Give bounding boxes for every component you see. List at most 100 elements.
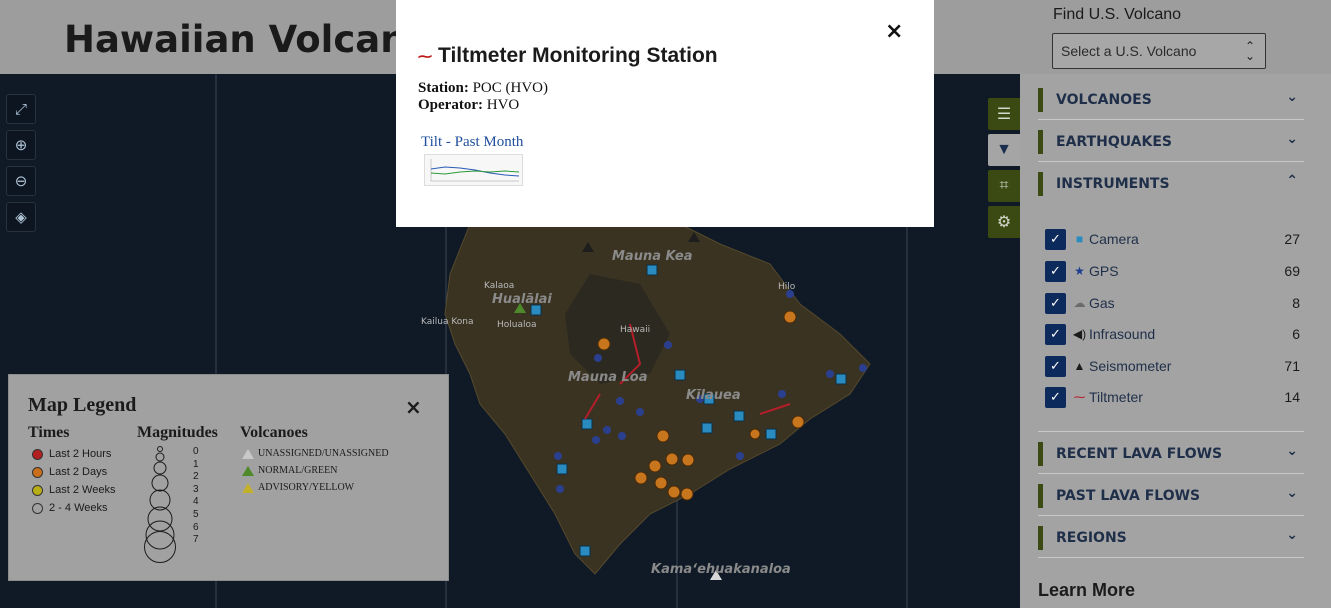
popup-title: ⁓ Tiltmeter Monitoring Station [418, 44, 718, 67]
settings-icon: ⚙ [996, 214, 1012, 231]
filter-button[interactable]: ▼ [988, 134, 1020, 166]
section-past-lava-flows[interactable]: PAST LAVA FLOWS ⌄ [1038, 484, 1304, 508]
legend-magnitudes-heading: Magnitudes [137, 424, 218, 441]
filter-icon: ▼ [996, 141, 1012, 158]
map-tools: ⤢ ⊕ ⊖ ◈ [6, 94, 36, 238]
legend-title: Map Legend [28, 394, 137, 416]
crop-button[interactable]: ⌗ [988, 170, 1020, 202]
station-value: POC (HVO) [472, 80, 549, 96]
section-earthquakes[interactable]: EARTHQUAKES ⌄ [1038, 130, 1304, 154]
section-regions[interactable]: REGIONS ⌄ [1038, 526, 1304, 550]
layers-panel: VOLCANOES ⌄ EARTHQUAKES ⌄ INSTRUMENTS ⌃ ✓ ■ C… [1020, 74, 1331, 608]
volcano-select[interactable]: Select a U.S. Volcano ⌃ ⌄ [1052, 33, 1266, 69]
map-label-hualalai: Hualālai [492, 292, 552, 307]
zoom-out-icon: ⊖ [14, 173, 28, 190]
divider [1038, 119, 1304, 120]
select-arrows-icon: ⌃ ⌄ [1244, 39, 1255, 63]
fullscreen-button[interactable]: ⤢ [6, 94, 36, 124]
infrasound-speaker-icon: ◀) [1072, 327, 1087, 341]
tiltmeter-icon: ⁓ [1073, 390, 1086, 404]
popup-info: Station: POC (HVO) Operator: HVO [418, 80, 549, 113]
instrument-gps[interactable]: ✓ ★ GPS 69 [1045, 260, 1300, 282]
section-recent-lava-flows[interactable]: RECENT LAVA FLOWS ⌄ [1038, 442, 1304, 466]
legend-volcano-row: UNASSIGNED/UNASSIGNED [240, 445, 389, 462]
volcano-yellow-icon [242, 482, 254, 493]
map-label-kamaehuakanaloa: Kamaʻehuakanaloa [651, 562, 791, 577]
seismometer-triangle-icon: ▲ [1073, 359, 1086, 373]
checkbox-checked[interactable]: ✓ [1045, 323, 1066, 345]
legend-time-row: 2 - 4 Weeks [28, 499, 115, 517]
section-volcanoes[interactable]: VOLCANOES ⌄ [1038, 88, 1304, 112]
chevron-up-icon: ⌃ [1286, 173, 1298, 189]
map-label-kalaoa: Kalaoa [484, 281, 515, 291]
gray-dot-icon [32, 502, 43, 514]
layers-list-button[interactable]: ☰ [988, 98, 1020, 130]
chevron-down-icon: ⌄ [1286, 485, 1298, 501]
legend-time-row: Last 2 Hours [28, 445, 115, 463]
instrument-seismometer[interactable]: ✓ ▲ Seismometer 71 [1045, 355, 1300, 377]
legend-close-button[interactable]: × [405, 395, 422, 419]
tiltmeter-icon: ⁓ [418, 47, 432, 64]
zoom-in-button[interactable]: ⊕ [6, 130, 36, 160]
map-label-hawaii: Hawaii [620, 325, 651, 335]
map-label-kailua-kona: Kailua Kona [421, 317, 474, 327]
yellow-dot-icon [32, 484, 43, 496]
section-instruments[interactable]: INSTRUMENTS ⌃ [1038, 172, 1304, 196]
legend-volcanoes: Volcanoes UNASSIGNED/UNASSIGNED NORMAL/G… [240, 424, 389, 496]
chevron-down-icon: ⌄ [1286, 527, 1298, 543]
legend-times-heading: Times [28, 424, 70, 441]
compass-icon: ◈ [15, 209, 27, 226]
chevron-down-icon: ⌄ [1286, 131, 1298, 147]
operator-value: HVO [486, 97, 520, 113]
map-label-hilo: Hilo [778, 282, 796, 292]
map-label-mauna-loa: Mauna Loa [568, 370, 648, 385]
legend-time-row: Last 2 Days [28, 463, 115, 481]
tilt-past-month-link[interactable]: Tilt - Past Month [421, 134, 523, 151]
tilt-thumbnail-graph [430, 159, 520, 182]
magnitude-numbers: 0 1 2 3 4 5 6 7 [193, 446, 199, 546]
zoom-in-icon: ⊕ [14, 137, 28, 154]
checkbox-checked[interactable]: ✓ [1045, 228, 1066, 250]
instrument-camera[interactable]: ✓ ■ Camera 27 [1045, 228, 1300, 250]
tilt-chart-thumbnail[interactable] [424, 154, 523, 186]
volcano-green-icon [242, 465, 254, 476]
divider [1038, 473, 1304, 474]
legend-volcano-row: ADVISORY/YELLOW [240, 479, 389, 496]
checkbox-checked[interactable]: ✓ [1045, 292, 1066, 314]
map-label-mauna-kea: Mauna Kea [612, 249, 693, 264]
chevron-down-icon: ⌄ [1286, 89, 1298, 105]
zoom-out-button[interactable]: ⊖ [6, 166, 36, 196]
magnitude-circles-icon [144, 446, 176, 563]
instrument-infrasound[interactable]: ✓ ◀) Infrasound 6 [1045, 323, 1300, 345]
legend-magnitudes: Magnitudes 0 1 2 3 4 5 6 7 [137, 424, 227, 574]
legend-volcanoes-heading: Volcanoes [240, 424, 308, 441]
orange-dot-icon [32, 466, 43, 478]
map-side-buttons: ☰ ▼ ⌗ ⚙ [988, 98, 1020, 242]
divider [1038, 557, 1304, 558]
list-icon: ☰ [996, 106, 1012, 123]
divider [1038, 515, 1304, 516]
fullscreen-icon: ⤢ [14, 100, 27, 118]
divider [1038, 431, 1304, 432]
map-legend: Map Legend × Times Last 2 Hours Last 2 D… [8, 374, 449, 581]
chevron-down-icon: ⌄ [1286, 443, 1298, 459]
checkbox-checked[interactable]: ✓ [1045, 355, 1066, 377]
compass-button[interactable]: ◈ [6, 202, 36, 232]
checkbox-checked[interactable]: ✓ [1045, 386, 1066, 408]
legend-time-row: Last 2 Weeks [28, 481, 115, 499]
learn-more-heading: Learn More [1038, 580, 1136, 600]
legend-volcano-row: NORMAL/GREEN [240, 462, 389, 479]
checkbox-checked[interactable]: ✓ [1045, 260, 1066, 282]
instrument-gas[interactable]: ✓ ☁ Gas 8 [1045, 292, 1300, 314]
legend-times: Times Last 2 Hours Last 2 Days Last 2 We… [28, 424, 115, 517]
volcano-select-value: Select a U.S. Volcano [1061, 43, 1197, 59]
find-volcano-label: Find U.S. Volcano [1053, 6, 1182, 23]
instrument-tiltmeter[interactable]: ✓ ⁓ Tiltmeter 14 [1045, 386, 1300, 408]
popup-close-button[interactable]: × [885, 19, 903, 44]
divider [1038, 161, 1304, 162]
gps-star-icon: ★ [1074, 264, 1085, 278]
map-label-kilauea: Kīlauea [686, 388, 741, 403]
settings-button[interactable]: ⚙ [988, 206, 1020, 238]
camera-icon: ■ [1075, 232, 1084, 246]
volcano-unassigned-icon [242, 448, 254, 459]
